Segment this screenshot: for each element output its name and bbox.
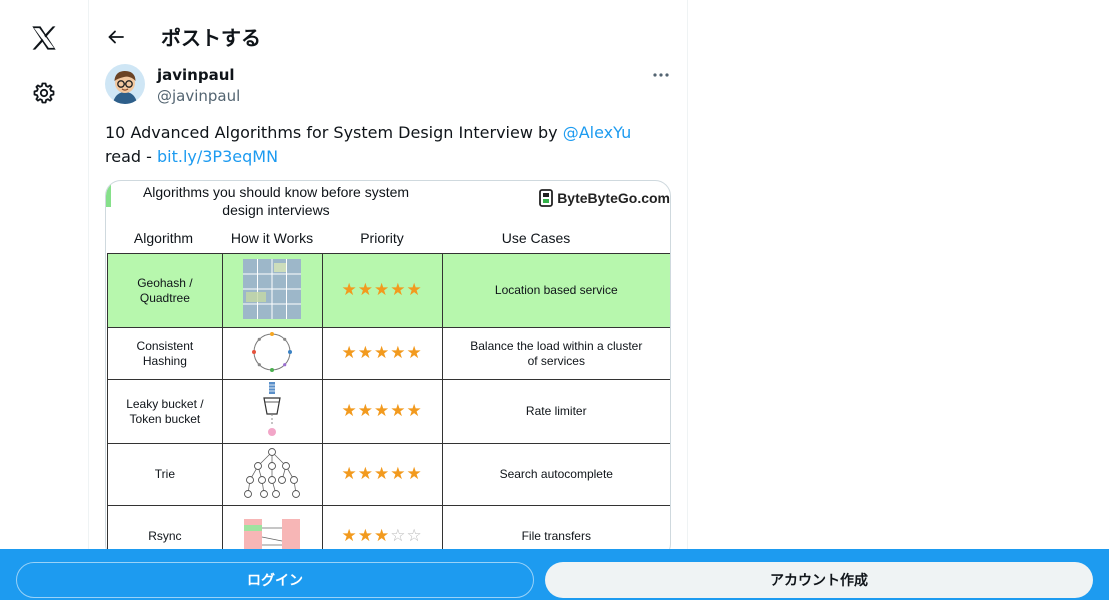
table-row: Geohash / Quadtree ★★★★★ Location based s… — [107, 253, 670, 328]
algorithm-name: Quadtree — [139, 290, 190, 305]
hash-ring-illustration — [252, 331, 293, 372]
algorithm-cell: Leaky bucket / Token bucket — [107, 379, 223, 444]
use-case-cell: Location based service — [441, 253, 670, 328]
diagram-cell — [221, 379, 323, 444]
avatar[interactable] — [105, 64, 145, 104]
table-row: Consistent Hashing ★★★★★ Balance the load… — [107, 327, 670, 380]
main-column: ポストする javinpaul @javinpaul 10 Advanced A… — [89, 0, 687, 600]
gear-icon[interactable] — [26, 75, 62, 111]
signup-button[interactable]: アカウント作成 — [545, 562, 1093, 598]
priority-stars: ★★★☆☆ — [341, 526, 423, 545]
use-case-cell: Search autocomplete — [441, 443, 670, 506]
use-case-text: Location based service — [494, 283, 618, 297]
use-case-cell: Rate limiter — [441, 379, 670, 444]
brand-logo: ByteByteGo.com — [539, 189, 670, 207]
algorithm-name: Token bucket — [129, 411, 201, 426]
priority-cell: ★★★★★ — [321, 253, 443, 328]
bytebytego-icon — [539, 189, 554, 207]
algorithm-cell: Consistent Hashing — [107, 327, 223, 380]
url-link[interactable]: bit.ly/3P3eqMN — [157, 147, 278, 166]
diagram-cell — [221, 327, 323, 380]
use-case-cell: Balance the load within a cluster of serv… — [441, 327, 670, 380]
table-row: Leaky bucket / Token bucket ★★★★★ Rate li — [107, 379, 670, 444]
use-case-text: of services — [527, 353, 585, 368]
column-header: Algorithm — [133, 230, 194, 246]
priority-cell: ★★★★★ — [321, 327, 443, 380]
diagram-cell — [221, 253, 323, 328]
tweet-text: 10 Advanced Algorithms for System Design… — [105, 121, 665, 169]
column-header: Use Cases — [501, 230, 571, 246]
x-logo-icon[interactable] — [26, 20, 62, 56]
left-nav — [0, 0, 89, 600]
tweet-text-part: 10 Advanced Algorithms for System Design… — [105, 123, 563, 142]
algorithm-cell: Trie — [107, 443, 223, 506]
column-header: Priority — [360, 230, 404, 246]
priority-stars: ★★★★★ — [341, 343, 423, 362]
media-title-line: design interviews — [222, 202, 330, 218]
media-title: Algorithms you should know before system… — [116, 183, 436, 219]
tweet-media[interactable]: Algorithms you should know before system… — [105, 180, 671, 560]
use-case-text: Rate limiter — [525, 404, 587, 418]
login-bar: ログイン アカウント作成 — [0, 549, 1109, 600]
priority-stars: ★★★★★ — [341, 401, 423, 420]
page-title: ポストする — [161, 26, 261, 50]
column-divider — [687, 0, 688, 600]
trie-tree-illustration — [244, 447, 301, 498]
tweet-text-part: read - — [105, 147, 157, 166]
algorithm-name: Leaky bucket / — [126, 396, 204, 411]
geohash-grid-illustration — [243, 258, 302, 319]
algorithm-name: Trie — [154, 467, 176, 481]
priority-stars: ★★★★★ — [341, 280, 423, 299]
algorithm-cell: Geohash / Quadtree — [107, 253, 223, 328]
brand-name: ByteByteGo.com — [557, 190, 670, 206]
use-case-text: Balance the load within a cluster — [470, 338, 643, 353]
login-button[interactable]: ログイン — [16, 562, 534, 598]
algorithm-table: Geohash / Quadtree ★★★★★ Location based s… — [107, 253, 670, 559]
priority-cell: ★★★★★ — [321, 379, 443, 444]
decorative-marker — [106, 181, 111, 207]
diagram-cell — [221, 443, 323, 506]
back-arrow-icon[interactable] — [103, 24, 129, 50]
author-name[interactable]: javinpaul — [157, 66, 235, 84]
algorithm-name: Geohash / — [137, 275, 193, 290]
mention-link[interactable]: @AlexYu — [563, 123, 632, 142]
algorithm-name: Rsync — [148, 529, 182, 543]
author-handle[interactable]: @javinpaul — [157, 87, 240, 105]
table-row: Trie ★★★★★ Search autocomplete — [107, 443, 670, 506]
algorithm-name: Consistent — [136, 338, 194, 353]
leaky-bucket-illustration — [263, 381, 281, 436]
algorithm-name: Hashing — [142, 353, 187, 368]
column-header: How it Works — [230, 230, 314, 246]
media-title-line: Algorithms you should know before system — [142, 184, 410, 200]
more-options-icon[interactable] — [649, 64, 673, 86]
use-case-text: File transfers — [521, 529, 591, 543]
use-case-text: Search autocomplete — [499, 467, 613, 481]
priority-stars: ★★★★★ — [341, 464, 423, 483]
priority-cell: ★★★★★ — [321, 443, 443, 506]
